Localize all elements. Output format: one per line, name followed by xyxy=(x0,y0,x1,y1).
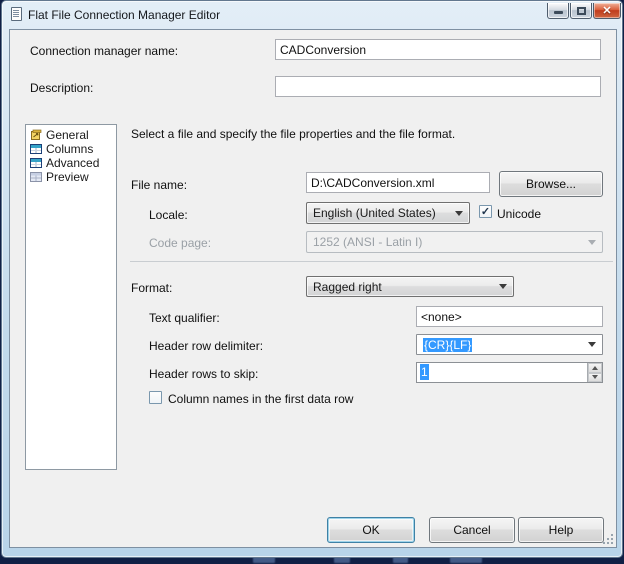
column-names-label: Column names in the first data row xyxy=(168,392,354,406)
advanced-icon xyxy=(30,158,42,168)
dialog-client-area: Connection manager name: Description: Ge… xyxy=(9,29,617,548)
header-row-delimiter-label: Header row delimiter: xyxy=(149,339,264,353)
general-icon xyxy=(31,129,42,140)
close-icon: ✕ xyxy=(602,5,612,17)
locale-label: Locale: xyxy=(149,208,188,222)
sidebar-item-label: Advanced xyxy=(46,156,100,170)
page-list: General Columns Advanced Preview xyxy=(25,124,117,470)
sidebar-item-label: General xyxy=(46,128,89,142)
intro-text: Select a file and specify the file prope… xyxy=(131,127,456,141)
header-rows-to-skip-value: 1 xyxy=(420,364,429,380)
sidebar-item-general[interactable]: General xyxy=(26,128,116,142)
description-input[interactable] xyxy=(275,76,601,97)
text-qualifier-label: Text qualifier: xyxy=(149,311,220,325)
connection-manager-name-label: Connection manager name: xyxy=(30,44,179,58)
header-rows-to-skip-label: Header rows to skip: xyxy=(149,367,259,381)
chevron-down-icon xyxy=(455,210,463,216)
app-document-icon xyxy=(11,7,22,21)
cancel-button[interactable]: Cancel xyxy=(429,517,515,543)
resize-grip[interactable] xyxy=(601,532,613,544)
unicode-checkbox[interactable]: ✓ xyxy=(479,205,492,218)
minimize-icon xyxy=(554,11,563,14)
title-bar[interactable]: Flat File Connection Manager Editor ✕ xyxy=(2,1,622,29)
screen: Flat File Connection Manager Editor ✕ Co… xyxy=(0,0,624,564)
chevron-down-icon xyxy=(588,239,596,245)
header-row-delimiter-combo[interactable]: {CR}{LF} xyxy=(416,334,603,355)
browse-button[interactable]: Browse... xyxy=(499,171,603,197)
connection-manager-name-input[interactable] xyxy=(275,39,601,60)
chevron-down-icon xyxy=(588,342,596,347)
chevron-down-icon xyxy=(499,284,507,289)
help-button[interactable]: Help xyxy=(518,517,604,543)
locale-dropdown[interactable]: English (United States) xyxy=(306,202,470,224)
arrow-down-icon xyxy=(592,375,598,380)
ok-button[interactable]: OK xyxy=(327,517,415,543)
spin-down-button[interactable] xyxy=(588,372,602,382)
description-label: Description: xyxy=(30,81,94,95)
unicode-label: Unicode xyxy=(497,207,542,221)
file-name-label: File name: xyxy=(131,178,188,192)
text-qualifier-input[interactable] xyxy=(416,306,603,327)
header-row-delimiter-value: {CR}{LF} xyxy=(423,337,473,352)
minimize-button[interactable] xyxy=(547,3,569,19)
sidebar-item-preview[interactable]: Preview xyxy=(26,170,116,184)
code-page-value: 1252 (ANSI - Latin I) xyxy=(313,235,423,249)
file-name-input[interactable] xyxy=(306,172,490,193)
maximize-icon xyxy=(577,7,586,15)
arrow-up-icon xyxy=(592,365,598,370)
sidebar-item-advanced[interactable]: Advanced xyxy=(26,156,116,170)
preview-icon xyxy=(30,172,42,182)
columns-icon xyxy=(30,144,42,154)
section-separator xyxy=(130,261,613,262)
sidebar-item-columns[interactable]: Columns xyxy=(26,142,116,156)
sidebar-item-label: Preview xyxy=(46,170,89,184)
dialog-window: Flat File Connection Manager Editor ✕ Co… xyxy=(1,0,623,558)
format-dropdown[interactable]: Ragged right xyxy=(306,276,514,297)
check-icon: ✓ xyxy=(480,206,491,218)
format-value: Ragged right xyxy=(313,279,382,294)
column-names-checkbox[interactable] xyxy=(149,391,162,404)
maximize-button[interactable] xyxy=(570,3,592,19)
code-page-label: Code page: xyxy=(149,236,212,250)
close-button[interactable]: ✕ xyxy=(593,3,621,19)
window-title: Flat File Connection Manager Editor xyxy=(28,8,221,22)
spin-up-button[interactable] xyxy=(588,363,602,373)
header-rows-to-skip-spinner[interactable]: 1 xyxy=(416,362,603,383)
sidebar-item-label: Columns xyxy=(46,142,94,156)
format-label: Format: xyxy=(131,281,173,295)
code-page-dropdown: 1252 (ANSI - Latin I) xyxy=(306,231,603,253)
locale-value: English (United States) xyxy=(313,206,436,220)
